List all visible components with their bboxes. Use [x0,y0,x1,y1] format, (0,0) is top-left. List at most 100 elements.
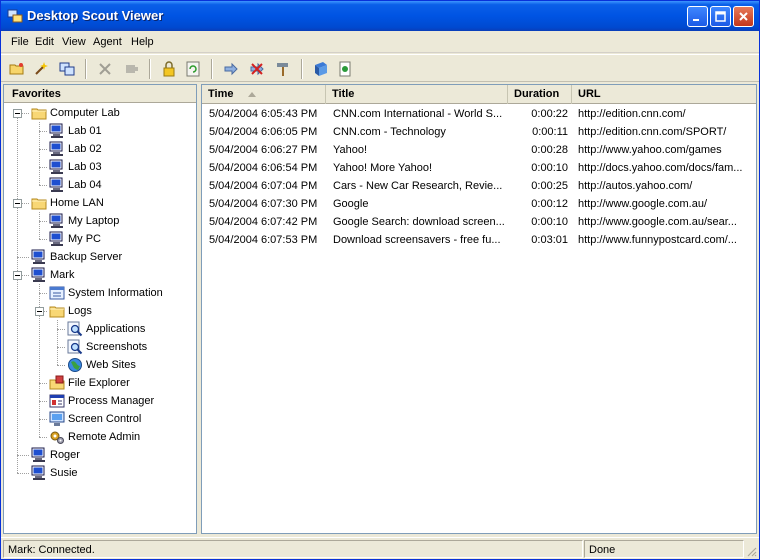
wizard-button[interactable] [31,59,51,79]
column-time[interactable]: Time [202,85,326,104]
folder-icon [31,108,47,120]
cell-duration: 0:00:10 [531,216,568,228]
tree-connector-line [17,473,29,474]
tree-connector-line [39,149,47,150]
disconnect-icon [250,62,264,76]
tree-item-label: Logs [68,305,92,317]
menu-help[interactable]: Help [131,31,154,53]
tree-connector-line [17,455,29,456]
tree-item-label: Applications [86,323,146,335]
tree-collapse-icon[interactable] [13,199,22,208]
computer-icon [49,159,63,174]
cell-time: 5/04/2004 6:06:05 PM [209,126,318,138]
title-bar[interactable]: Desktop Scout Viewer [1,1,759,31]
table-row[interactable]: 5/04/2004 6:06:27 PM Yahoo! 0:00:28 http://… [202,141,756,159]
page-button[interactable] [335,59,355,79]
cell-url: http://autos.yahoo.com/ [578,180,693,192]
column-title[interactable]: Title [326,85,508,104]
cell-title: Yahoo! [333,144,368,156]
menu-edit[interactable]: Edit [35,31,54,53]
table-row[interactable]: 5/04/2004 6:07:04 PM Cars - New Car Resea… [202,177,756,195]
cell-time: 5/04/2004 6:06:54 PM [209,162,318,174]
menu-agent[interactable]: Agent [93,31,122,53]
cell-title: CNN.com International - World S... [333,108,503,120]
table-row[interactable]: 5/04/2004 6:06:05 PM CNN.com - Technology… [202,123,756,141]
favorites-pane: Favorites Computer Lab Lab 01 Lab 02 Lab 03… [3,84,197,534]
tree-collapse-icon[interactable] [13,109,22,118]
cell-url: http://edition.cnn.com/ [578,108,686,120]
cell-url: http://www.funnypostcard.com/... [578,234,737,246]
plug-button[interactable] [121,59,141,79]
close-button[interactable] [733,6,754,27]
refresh-button[interactable] [183,59,203,79]
cell-title: CNN.com - Technology [333,126,446,138]
disconnect-button[interactable] [247,59,267,79]
cell-title: Google Search: download screen... [333,216,505,228]
computer-icon [31,447,45,462]
table-row[interactable]: 5/04/2004 6:07:53 PM Download screensaver… [202,231,756,249]
tree-connector-line [57,365,65,366]
tree-connector-line [17,257,29,258]
tree-item-label: Home LAN [50,197,104,209]
resize-grip-icon[interactable] [745,545,757,557]
maximize-icon [715,11,726,22]
computer-icon [49,213,63,228]
tree-connector-line [17,113,18,473]
open-folder-button[interactable] [7,59,27,79]
tree-collapse-icon[interactable] [35,307,44,316]
menu-file[interactable]: File [11,31,29,53]
minimize-icon [693,19,699,21]
close-icon [739,12,748,21]
connect-button[interactable] [57,59,77,79]
menu-view[interactable]: View [62,31,86,53]
table-row[interactable]: 5/04/2004 6:07:30 PM Google 0:00:12 http://… [202,195,756,213]
cell-title: Yahoo! More Yahoo! [333,162,433,174]
table-row[interactable]: 5/04/2004 6:05:43 PM CNN.com Internationa… [202,105,756,123]
help-book-button[interactable] [311,59,331,79]
cell-duration: 0:00:11 [532,126,568,138]
tree-connector-line [39,185,47,186]
plug-icon [126,65,138,73]
column-url[interactable]: URL [572,85,756,104]
folder-icon [49,306,65,318]
computer-icon [31,249,45,264]
tree-connector-line [57,347,65,348]
app-window: Desktop Scout Viewer File Edit View Agen… [0,0,760,560]
lock-button[interactable] [159,59,179,79]
forward-button[interactable] [221,59,241,79]
info-icon [49,286,65,300]
tree-item-label: My Laptop [68,215,120,227]
tree-item-label: Screen Control [68,413,142,425]
tree-item-label: My PC [68,233,101,245]
connect-icon [59,62,75,76]
cell-time: 5/04/2004 6:07:04 PM [209,180,318,192]
tree-item-label: Web Sites [86,359,136,371]
forward-icon [224,62,238,76]
monitor-icon [49,411,65,426]
app-icon [7,9,23,23]
table-row[interactable]: 5/04/2004 6:06:54 PM Yahoo! More Yahoo! 0:… [202,159,756,177]
computer-icon [49,177,63,192]
cell-duration: 0:00:10 [531,162,568,174]
table-row[interactable]: 5/04/2004 6:07:42 PM Google Search: downl… [202,213,756,231]
tree-item-label: Computer Lab [50,107,120,119]
cell-duration: 0:00:22 [531,108,568,120]
cell-title: Cars - New Car Research, Revie... [333,180,503,192]
tree-item-label: Lab 02 [68,143,102,155]
computer-icon [49,123,63,138]
tree-connector-line [39,167,47,168]
tree-collapse-icon[interactable] [13,271,22,280]
delete-button[interactable] [95,59,115,79]
cell-url: http://docs.yahoo.com/docs/fam... [578,162,743,174]
tree-item-label: Lab 04 [68,179,102,191]
sort-ascending-icon [248,92,256,97]
column-duration[interactable]: Duration [508,85,572,104]
tree-connector-line [39,383,47,384]
computer-icon [31,267,45,282]
maximize-button[interactable] [710,6,731,27]
minimize-button[interactable] [687,6,708,27]
toolbar-separator [301,59,303,79]
tools-button[interactable] [273,59,293,79]
open-folder-icon [9,63,24,75]
toolbar [1,54,759,82]
